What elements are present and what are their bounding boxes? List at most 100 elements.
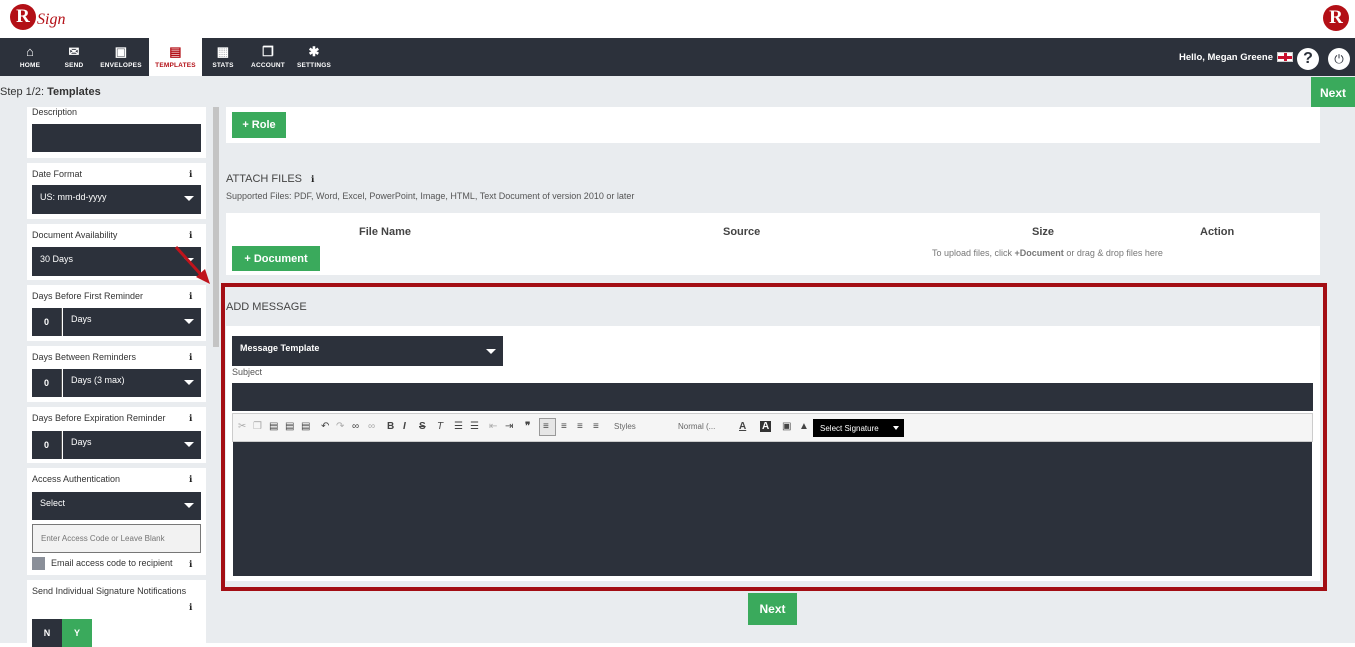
cut-icon[interactable]: ✂	[238, 421, 246, 432]
stamp-icon[interactable]: ▲	[799, 421, 809, 432]
remove-format-icon[interactable]: T	[437, 421, 443, 432]
paste-word-icon[interactable]: ▤	[301, 421, 310, 432]
nav-account[interactable]: ❐ ACCOUNT	[247, 38, 289, 76]
nav-home[interactable]: ⌂ HOME	[10, 38, 50, 76]
info-icon[interactable]: ℹ	[189, 559, 197, 569]
chevron-down-icon	[184, 442, 194, 447]
access-auth-value: Select	[40, 498, 66, 508]
chevron-down-icon	[184, 196, 194, 201]
outdent-icon[interactable]: ⇤	[489, 421, 497, 432]
italic-icon[interactable]: I	[403, 421, 406, 432]
image-icon[interactable]: ▣	[782, 421, 791, 432]
nav-label: SETTINGS	[296, 62, 332, 69]
email-code-label: Email access code to recipient	[51, 558, 173, 568]
date-format-panel: Date Format ℹ US: mm-dd-yyyy	[27, 163, 206, 219]
step-indicator: Step 1/2: Templates	[0, 86, 101, 98]
subject-input[interactable]	[232, 383, 1313, 411]
info-icon[interactable]: ℹ	[189, 230, 197, 240]
align-right-icon[interactable]: ≡	[577, 421, 583, 432]
between-reminders-number[interactable]: 0	[32, 369, 62, 397]
roles-section	[226, 107, 1320, 143]
between-reminders-unit-select[interactable]: Days (3 max)	[63, 369, 201, 397]
nav-label: SEND	[64, 62, 84, 69]
access-code-input[interactable]	[32, 524, 201, 553]
attach-files-table	[226, 213, 1320, 275]
background-color-icon[interactable]: A	[760, 421, 772, 432]
nav-send[interactable]: ✉ SEND	[54, 38, 94, 76]
bullet-list-icon[interactable]: ☰	[470, 421, 479, 432]
add-message-title: ADD MESSAGE	[226, 301, 307, 313]
info-icon[interactable]: ℹ	[189, 352, 197, 362]
logo-r-mark: R	[10, 4, 36, 30]
expiration-reminder-panel: Days Before Expiration Reminder ℹ 0 Days	[27, 407, 206, 463]
justify-icon[interactable]: ≡	[593, 421, 599, 432]
info-icon[interactable]: ℹ	[189, 602, 197, 612]
info-icon[interactable]: ℹ	[189, 413, 197, 423]
next-button-bottom[interactable]: Next	[748, 593, 797, 625]
chevron-down-icon	[184, 319, 194, 324]
nav-stats[interactable]: ▦ STATS	[206, 38, 240, 76]
user-greeting[interactable]: Hello, Megan Greene	[1179, 52, 1273, 63]
unlink-icon[interactable]: ∞	[368, 421, 375, 432]
expiration-reminder-number[interactable]: 0	[32, 431, 62, 459]
first-reminder-unit-select[interactable]: Days	[63, 308, 201, 336]
email-code-checkbox[interactable]	[32, 557, 45, 570]
step-prefix: Step 1/2:	[0, 86, 45, 98]
format-dropdown[interactable]: Normal (...	[678, 422, 715, 431]
upload-hint-bold: +Document	[1014, 248, 1064, 258]
align-left-icon[interactable]: ≡	[539, 418, 556, 436]
nav-settings[interactable]: ✱ SETTINGS	[295, 38, 333, 76]
nav-templates[interactable]: ▤ TEMPLATES	[149, 38, 202, 76]
paste-icon[interactable]: ▤	[269, 421, 278, 432]
next-button-top[interactable]: Next	[1311, 77, 1355, 108]
power-icon[interactable]: ⏻	[1328, 48, 1350, 70]
first-reminder-number[interactable]: 0	[32, 308, 62, 336]
message-template-value: Message Template	[240, 343, 320, 353]
select-signature-dropdown[interactable]: Select Signature	[813, 419, 904, 437]
info-icon[interactable]: ℹ	[189, 474, 197, 484]
numbered-list-icon[interactable]: ☰	[454, 421, 463, 432]
rsign-logo[interactable]: R Sign	[10, 4, 65, 30]
blockquote-icon[interactable]: ❞	[525, 421, 530, 432]
chevron-down-icon	[893, 426, 899, 430]
message-body-editor[interactable]	[233, 442, 1312, 576]
first-reminder-label: Days Before First Reminder	[32, 291, 144, 301]
info-icon[interactable]: ℹ	[189, 291, 197, 301]
signature-select-label: Select Signature	[820, 423, 879, 433]
help-icon[interactable]: ?	[1297, 48, 1319, 70]
between-reminders-unit: Days (3 max)	[71, 375, 125, 385]
envelope-icon: ✉	[68, 44, 80, 59]
strikethrough-icon[interactable]: S	[419, 421, 426, 432]
copy-icon[interactable]: ❐	[253, 421, 262, 432]
info-icon[interactable]: ℹ	[311, 174, 319, 184]
copy-icon: ❐	[262, 44, 274, 59]
inbox-icon: ▣	[114, 44, 128, 59]
undo-icon[interactable]: ↶	[321, 421, 329, 432]
description-field[interactable]	[32, 124, 201, 152]
add-role-button[interactable]: + Role	[232, 112, 286, 138]
indent-icon[interactable]: ⇥	[505, 421, 513, 432]
message-template-select[interactable]: Message Template	[232, 336, 503, 366]
first-reminder-unit: Days	[71, 314, 92, 324]
redo-icon[interactable]: ↷	[336, 421, 344, 432]
template-icon: ▤	[169, 44, 182, 59]
brand-icon: R	[1323, 5, 1349, 31]
link-icon[interactable]: ∞	[352, 421, 359, 432]
access-auth-label: Access Authentication	[32, 474, 121, 484]
add-document-button[interactable]: + Document	[232, 246, 320, 271]
nav-envelopes[interactable]: ▣ ENVELOPES	[98, 38, 144, 76]
editor-toolbar: ✂ ❐ ▤ ▤ ▤ ↶ ↷ ∞ ∞ B I S T ☰ ☰ ⇤ ⇥ ❞ ≡ ≡ …	[232, 413, 1313, 442]
info-icon[interactable]: ℹ	[189, 169, 197, 179]
date-format-select[interactable]: US: mm-dd-yyyy	[32, 185, 201, 214]
expiration-reminder-unit-select[interactable]: Days	[63, 431, 201, 459]
align-center-icon[interactable]: ≡	[561, 421, 567, 432]
bold-icon[interactable]: B	[387, 421, 394, 432]
uk-flag-icon[interactable]	[1277, 52, 1293, 62]
briefcase-icon: ▦	[216, 44, 230, 59]
access-auth-select[interactable]: Select	[32, 492, 201, 520]
first-reminder-panel: Days Before First Reminder ℹ 0 Days	[27, 285, 206, 341]
text-color-icon[interactable]: A	[739, 421, 746, 432]
paste-text-icon[interactable]: ▤	[285, 421, 294, 432]
styles-dropdown[interactable]: Styles	[614, 422, 636, 431]
home-icon: ⌂	[25, 44, 35, 59]
